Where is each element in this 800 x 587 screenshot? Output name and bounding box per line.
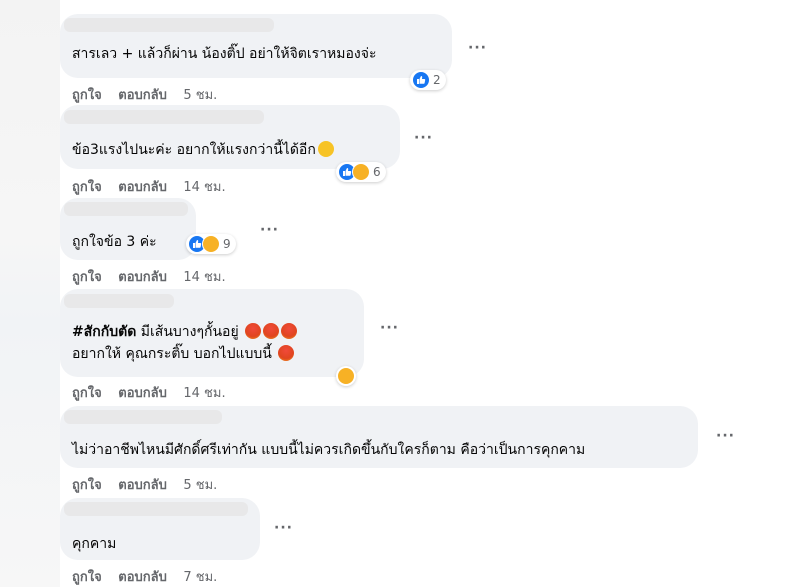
comment-text: ข้อ3แรงไปนะค่ะ อยากให้แรงกว่านี้ได้อีก (72, 140, 334, 160)
haha-icon (337, 367, 355, 385)
reply-button[interactable]: ตอบกลับ (118, 570, 167, 585)
author-name-blurred[interactable] (64, 410, 222, 424)
reaction-summary[interactable] (336, 366, 356, 386)
blurred-avatar-column (0, 0, 60, 587)
angry-emoji-icon (281, 323, 298, 339)
angry-emoji-icon (245, 323, 262, 339)
timestamp[interactable]: 5 ชม. (183, 88, 217, 103)
like-button[interactable]: ถูกใจ (72, 88, 102, 103)
reply-button[interactable]: ตอบกลับ (118, 88, 167, 103)
more-options-icon[interactable]: ··· (260, 222, 279, 238)
timestamp[interactable]: 14 ชม. (183, 270, 225, 285)
comment-text: สารเลว + แล้วก็ผ่าน น้องติ๊ป อย่าให้จิตเ… (72, 46, 377, 62)
timestamp[interactable]: 5 ชม. (183, 478, 217, 493)
author-name-blurred[interactable] (64, 502, 248, 516)
reaction-count: 9 (223, 237, 231, 251)
hashtag-link[interactable]: #สักกับตัด (72, 324, 136, 340)
reply-button[interactable]: ตอบกลับ (118, 478, 167, 493)
author-name-blurred[interactable] (64, 110, 264, 124)
more-options-icon[interactable]: ··· (380, 320, 399, 336)
more-options-icon[interactable]: ··· (468, 40, 487, 56)
author-name-blurred[interactable] (64, 294, 174, 308)
rofl-emoji-icon (317, 141, 334, 157)
angry-emoji-icon (278, 345, 295, 361)
like-button[interactable]: ถูกใจ (72, 570, 102, 585)
reaction-count: 6 (373, 165, 381, 179)
more-options-icon[interactable]: ··· (274, 520, 293, 536)
reaction-summary[interactable]: 2 (410, 70, 446, 90)
timestamp[interactable]: 7 ชม. (183, 570, 217, 585)
comment-actions: ถูกใจ ตอบกลับ 5 ชม. (72, 474, 229, 495)
author-name-blurred[interactable] (64, 202, 188, 216)
more-options-icon[interactable]: ··· (414, 130, 433, 146)
comment-text: #สักกับตัด มีเส้นบางๆกั้นอยู่ (72, 322, 298, 342)
reply-button[interactable]: ตอบกลับ (118, 270, 167, 285)
timestamp[interactable]: 14 ชม. (183, 386, 225, 401)
haha-icon (352, 163, 370, 181)
like-button[interactable]: ถูกใจ (72, 478, 102, 493)
reply-button[interactable]: ตอบกลับ (118, 180, 167, 195)
comment-text: คุกคาม (72, 536, 117, 552)
like-button[interactable]: ถูกใจ (72, 386, 102, 401)
more-options-icon[interactable]: ··· (716, 428, 735, 444)
comment-text: ไม่ว่าอาชีพไหนมีศักดิ์ศรีเท่ากัน แบบนี้ไ… (72, 442, 586, 458)
like-button[interactable]: ถูกใจ (72, 270, 102, 285)
reaction-count: 2 (433, 73, 441, 87)
comment-actions: ถูกใจ ตอบกลับ 5 ชม. (72, 84, 229, 105)
haha-icon (202, 235, 220, 253)
comment-text-line2: อยากให้ คุณกระติ๊บ บอกไปแบบนี้ (72, 344, 295, 364)
comment-text: ถูกใจข้อ 3 ค่ะ (72, 234, 157, 250)
reply-button[interactable]: ตอบกลับ (118, 386, 167, 401)
like-button[interactable]: ถูกใจ (72, 180, 102, 195)
comment-actions: ถูกใจ ตอบกลับ 7 ชม. (72, 566, 229, 587)
author-name-blurred[interactable] (64, 18, 274, 32)
comment-actions: ถูกใจ ตอบกลับ 14 ชม. (72, 266, 238, 287)
like-icon (412, 71, 430, 89)
comment-actions: ถูกใจ ตอบกลับ 14 ชม. (72, 176, 238, 197)
comment-actions: ถูกใจ ตอบกลับ 14 ชม. (72, 382, 238, 403)
reaction-summary[interactable]: 6 (336, 162, 386, 182)
angry-emoji-icon (263, 323, 280, 339)
reaction-summary[interactable]: 9 (186, 234, 236, 254)
timestamp[interactable]: 14 ชม. (183, 180, 225, 195)
